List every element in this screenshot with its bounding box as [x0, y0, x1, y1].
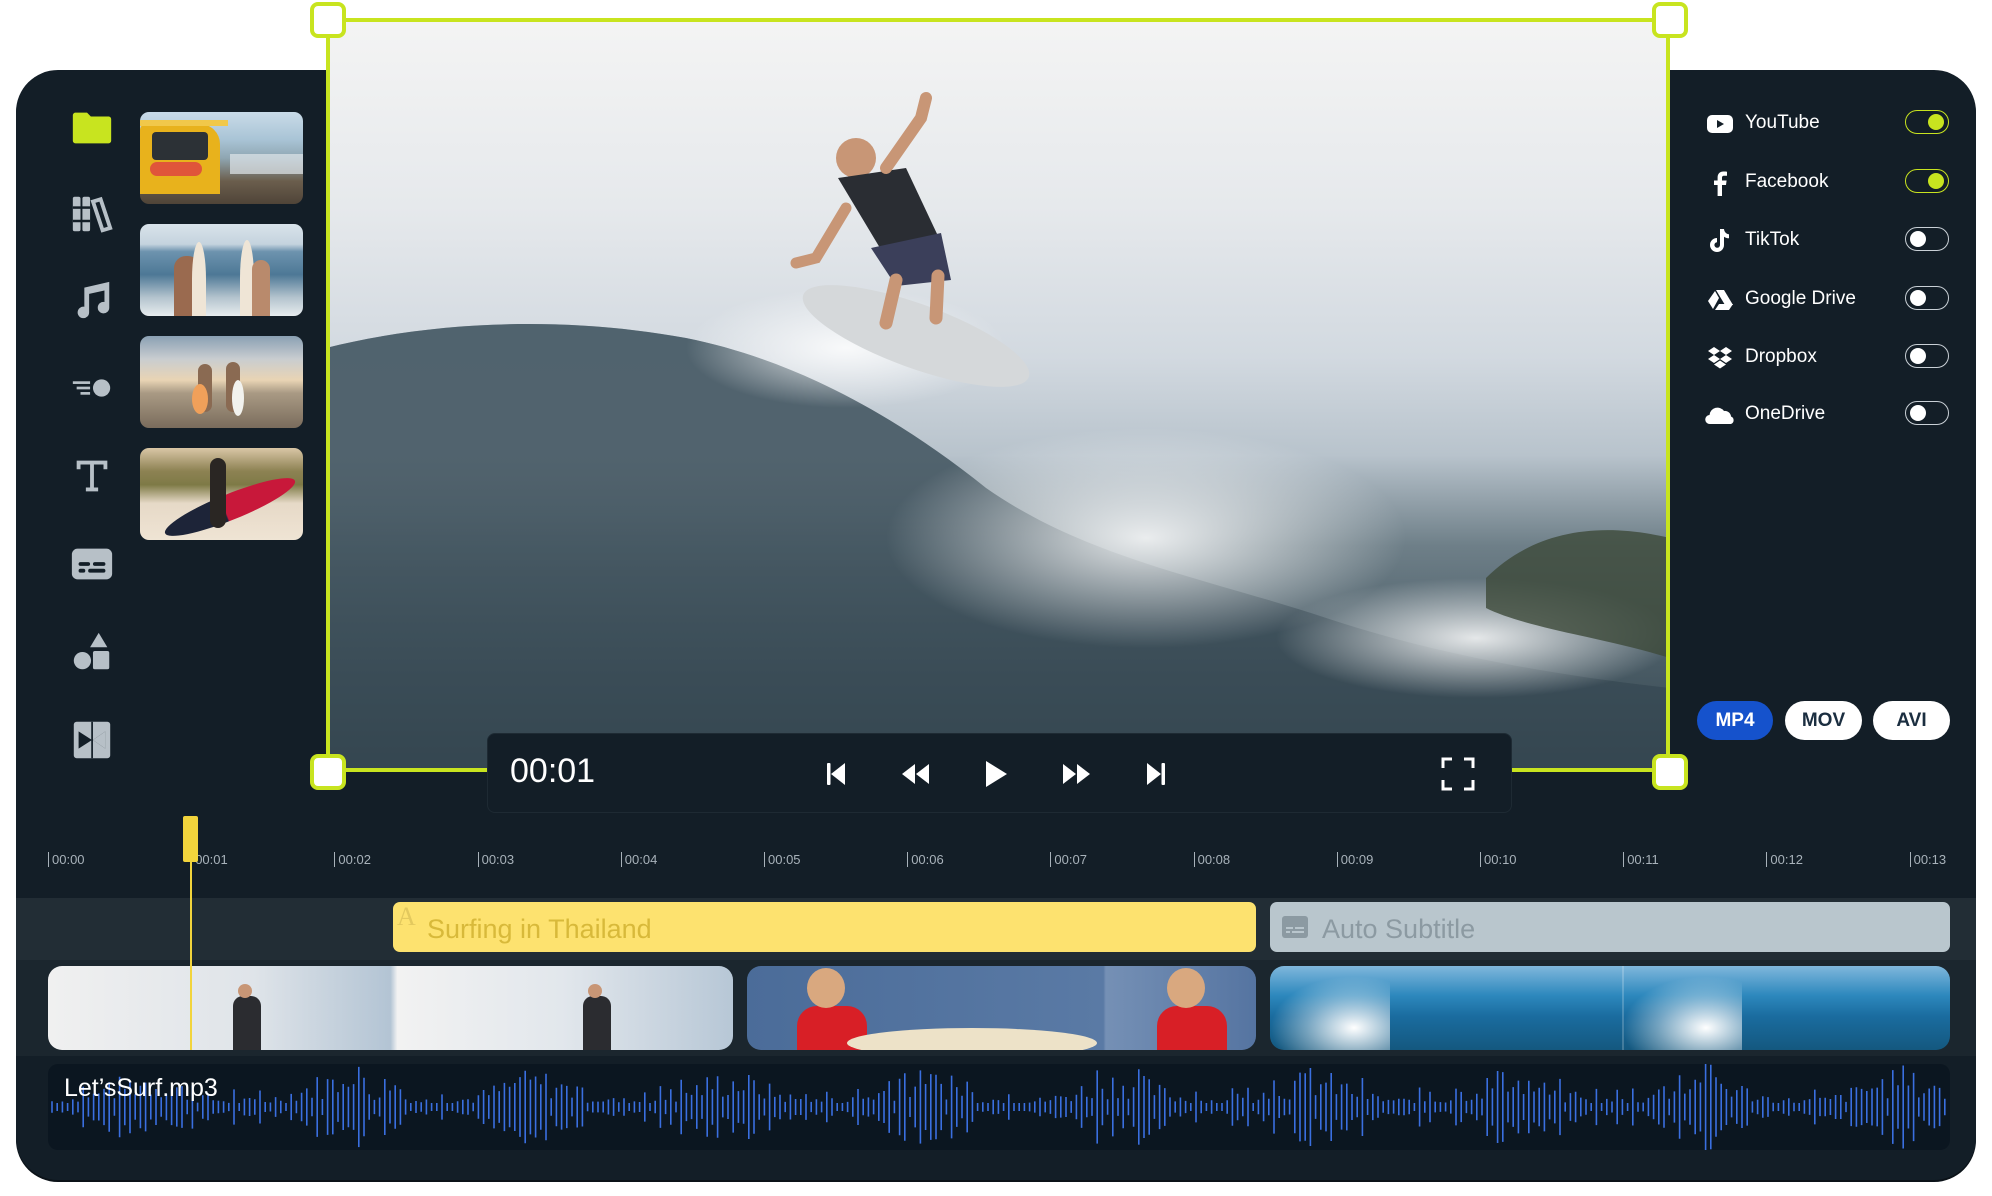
music-note-icon: [77, 281, 110, 319]
share-label: TikTok: [1745, 229, 1800, 250]
share-row-tiktok: TikTok: [1705, 221, 1955, 261]
resize-handle-bottom-left[interactable]: [310, 754, 346, 790]
google-drive-toggle[interactable]: [1905, 286, 1949, 310]
title-clip-label: Surfing in Thailand: [427, 914, 652, 944]
audio-clip[interactable]: Let’sSurf.mp3: [48, 1064, 1950, 1150]
subtitle-icon: [1282, 916, 1308, 938]
video-clip[interactable]: [48, 966, 733, 1050]
shapes-icon: [73, 632, 110, 670]
transition-icon: [73, 721, 111, 759]
share-row-youtube: YouTube: [1705, 104, 1955, 144]
motion-icon: [72, 379, 111, 397]
fullscreen-icon: [1441, 757, 1475, 791]
ruler-tick-label: 00:04: [620, 852, 657, 867]
media-thumbnail[interactable]: [140, 448, 303, 540]
title-clip[interactable]: A Surfing in Thailand: [393, 902, 1256, 952]
sidebar-item-library[interactable]: [66, 188, 118, 240]
play-button[interactable]: [976, 754, 1016, 794]
player-controls: 00:01: [487, 733, 1512, 813]
share-row-facebook: Facebook: [1705, 163, 1955, 203]
library-icon: [72, 196, 113, 233]
skip-forward-icon: [1147, 763, 1165, 785]
sidebar-item-effects[interactable]: [66, 362, 118, 414]
skip-forward-button[interactable]: [1136, 754, 1176, 794]
preview-scene: [326, 92, 1670, 772]
facebook-toggle[interactable]: [1905, 169, 1949, 193]
current-time: 00:01: [510, 752, 596, 790]
resize-handle-bottom-right[interactable]: [1652, 754, 1688, 790]
audio-waveform: [51, 1064, 1946, 1150]
subtitle-icon: [71, 548, 113, 580]
ruler-tick-label: 00:12: [1766, 852, 1803, 867]
auto-subtitle-clip[interactable]: Auto Subtitle: [1270, 902, 1950, 952]
ruler-tick-label: 00:02: [334, 852, 371, 867]
share-label: OneDrive: [1745, 403, 1826, 424]
sidebar-item-elements[interactable]: [66, 626, 118, 678]
sidebar-item-audio[interactable]: [66, 275, 118, 327]
onedrive-icon: [1705, 401, 1735, 429]
ruler-tick-label: 00:09: [1336, 852, 1373, 867]
play-icon: [986, 761, 1007, 787]
share-label: YouTube: [1745, 112, 1820, 133]
share-label: Dropbox: [1745, 346, 1817, 367]
ruler-tick-label: 00:03: [477, 852, 514, 867]
ruler-tick-label: 00:06: [907, 852, 944, 867]
tiktok-toggle[interactable]: [1905, 227, 1949, 251]
video-preview[interactable]: [326, 18, 1670, 772]
ruler-tick-label: 00:13: [1909, 852, 1946, 867]
sidebar: [16, 70, 136, 830]
share-row-google-drive: Google Drive: [1705, 280, 1955, 320]
text-clip-icon: A: [397, 902, 416, 931]
ruler-tick-label: 00:07: [1050, 852, 1087, 867]
skip-back-icon: [827, 763, 845, 785]
share-row-onedrive: OneDrive: [1705, 395, 1955, 435]
rewind-icon: [902, 764, 929, 784]
resize-handle-top-right[interactable]: [1652, 2, 1688, 38]
video-clip[interactable]: [1270, 966, 1950, 1050]
dropbox-toggle[interactable]: [1905, 344, 1949, 368]
google-drive-icon: [1705, 286, 1735, 314]
skip-back-button[interactable]: [816, 754, 856, 794]
auto-subtitle-label: Auto Subtitle: [1322, 914, 1476, 944]
sidebar-item-text[interactable]: [66, 450, 118, 502]
playhead-line: [190, 852, 193, 1050]
share-row-dropbox: Dropbox: [1705, 338, 1955, 378]
text-icon: [76, 460, 108, 492]
fast-forward-button[interactable]: [1056, 754, 1096, 794]
ruler-tick-label: 00:08: [1193, 852, 1230, 867]
media-thumbnail[interactable]: [140, 224, 303, 316]
media-thumbnail[interactable]: [140, 112, 303, 204]
ruler-tick-label: 00:00: [48, 852, 85, 867]
share-label: Google Drive: [1745, 288, 1856, 309]
audio-clip-label: Let’sSurf.mp3: [64, 1074, 218, 1102]
fast-forward-icon: [1063, 764, 1090, 784]
ruler-tick-label: 00:11: [1623, 852, 1659, 867]
sidebar-item-transitions[interactable]: [66, 714, 118, 766]
ruler-tick-label: 00:10: [1480, 852, 1517, 867]
format-mp4-button[interactable]: MP4: [1697, 701, 1773, 740]
fullscreen-button[interactable]: [1438, 754, 1478, 794]
sidebar-item-media[interactable]: [66, 102, 118, 154]
format-mov-button[interactable]: MOV: [1785, 701, 1862, 740]
ruler-tick-label: 00:05: [764, 852, 801, 867]
playhead-handle[interactable]: [183, 816, 199, 862]
resize-handle-top-left[interactable]: [310, 2, 346, 38]
rewind-button[interactable]: [896, 754, 936, 794]
youtube-icon: [1705, 110, 1735, 138]
media-thumbnail[interactable]: [140, 336, 303, 428]
share-label: Facebook: [1745, 171, 1829, 192]
tiktok-icon: [1705, 227, 1735, 255]
format-avi-button[interactable]: AVI: [1873, 701, 1950, 740]
youtube-toggle[interactable]: [1905, 110, 1949, 134]
folder-icon: [72, 112, 112, 144]
dropbox-icon: [1705, 344, 1735, 372]
facebook-icon: [1705, 169, 1735, 197]
onedrive-toggle[interactable]: [1905, 401, 1949, 425]
sidebar-item-subtitles[interactable]: [66, 538, 118, 590]
video-clip[interactable]: [747, 966, 1256, 1050]
